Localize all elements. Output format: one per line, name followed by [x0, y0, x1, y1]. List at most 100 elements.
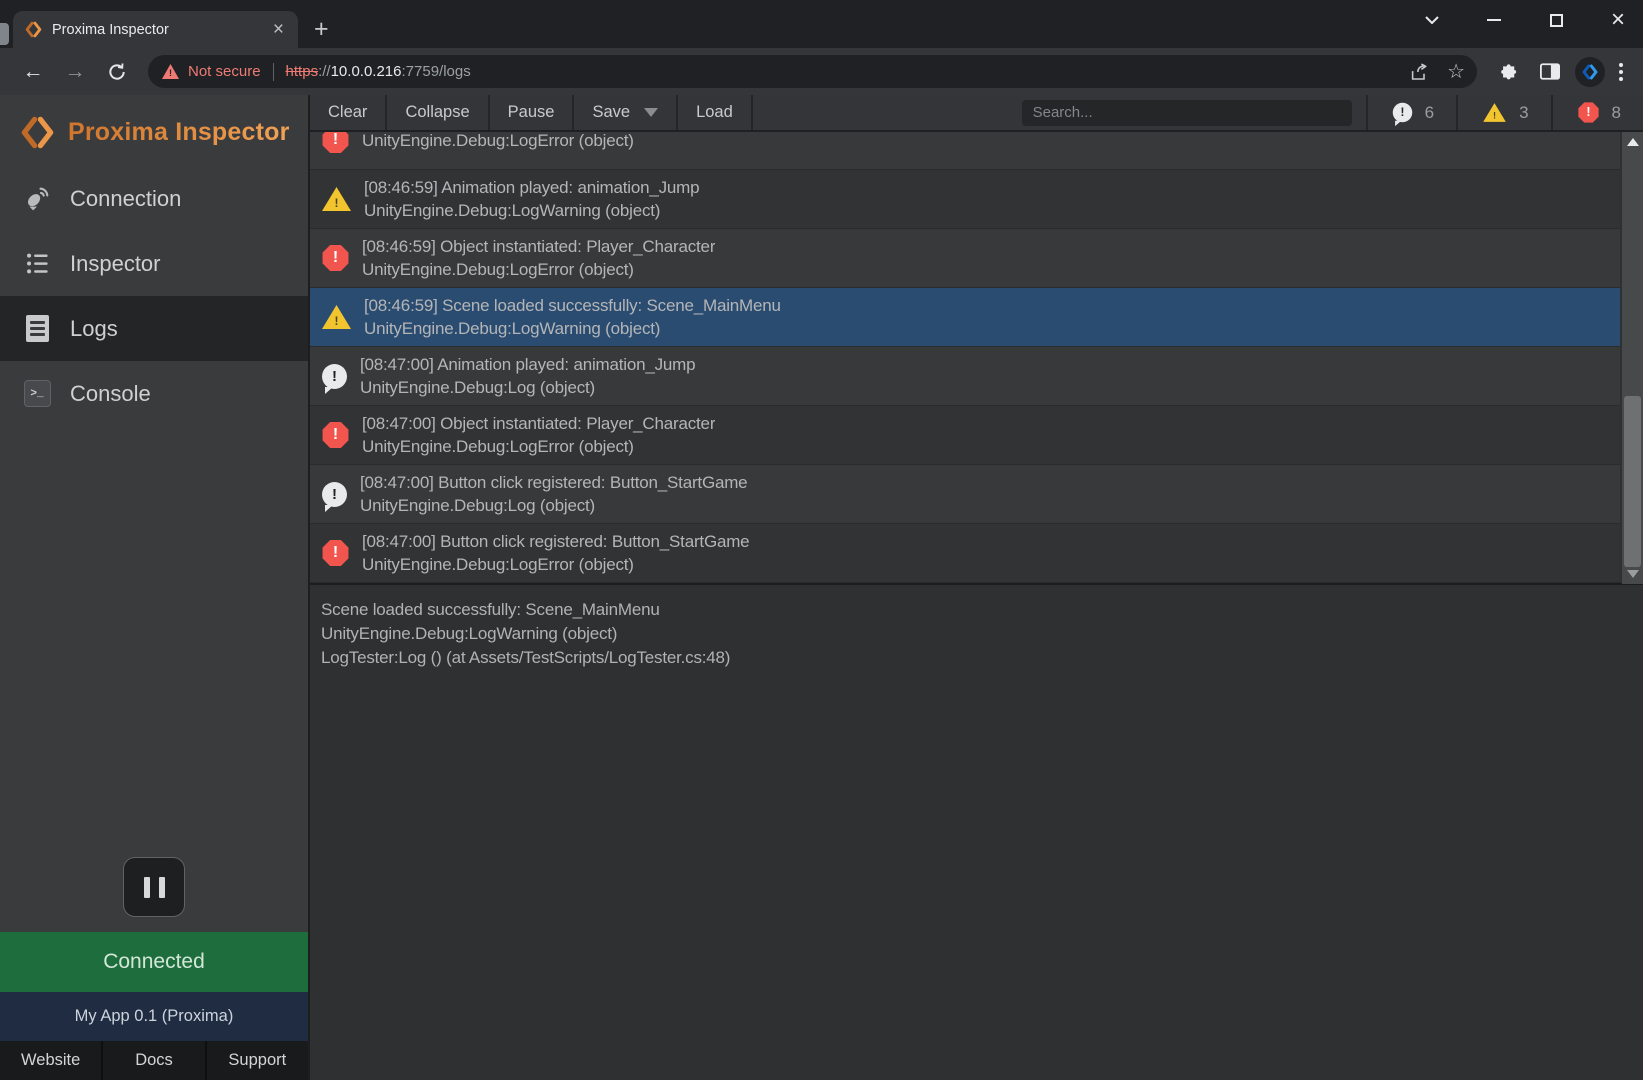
- log-level-icon: !: [322, 540, 349, 567]
- footer-link-docs[interactable]: Docs: [103, 1041, 204, 1080]
- bookmark-star-icon[interactable]: ☆: [1447, 59, 1465, 84]
- detail-line: Scene loaded successfully: Scene_MainMen…: [321, 598, 1632, 622]
- url-separator: ://: [318, 63, 331, 80]
- log-detail-panel: Scene loaded successfully: Scene_MainMen…: [310, 583, 1643, 1080]
- browser-navbar: ← → ! Not secure https://10.0.0.216:7759…: [0, 48, 1643, 95]
- sidebar-item-label: Connection: [70, 186, 181, 212]
- tab-close-icon[interactable]: ×: [269, 20, 288, 39]
- maximize-button[interactable]: [1545, 9, 1567, 31]
- log-row[interactable]: ! [08:46:59] Animation played: animation…: [310, 170, 1620, 229]
- detail-line: LogTester:Log () (at Assets/TestScripts/…: [321, 646, 1632, 670]
- omnibox-divider: [273, 63, 274, 81]
- save-button[interactable]: Save: [574, 95, 678, 130]
- pause-button[interactable]: Pause: [490, 95, 575, 130]
- log-source: UnityEngine.Debug:LogWarning (object): [364, 317, 781, 340]
- url-host: 10.0.0.216: [331, 63, 402, 80]
- sidebar-item-inspector[interactable]: Inspector: [0, 231, 308, 296]
- proxima-favicon-icon: [25, 21, 42, 38]
- log-row[interactable]: ! [08:47:00] Animation played: animation…: [310, 347, 1620, 406]
- list-icon: [21, 250, 53, 277]
- log-source: UnityEngine.Debug:Log (object): [360, 376, 695, 399]
- error-count-badge[interactable]: ! 8: [1551, 95, 1643, 130]
- footer-link-website[interactable]: Website: [0, 1041, 101, 1080]
- log-message: [08:47:00] Animation played: animation_J…: [360, 353, 695, 376]
- pause-icon: [159, 877, 165, 898]
- log-level-icon: !: [322, 245, 349, 272]
- side-panel-icon[interactable]: [1533, 55, 1567, 89]
- share-icon[interactable]: [1410, 63, 1431, 81]
- not-secure-label[interactable]: Not secure: [188, 63, 261, 80]
- not-secure-warning-icon: !: [162, 64, 179, 79]
- back-button[interactable]: ←: [16, 55, 50, 89]
- log-row[interactable]: ! [08:47:00] Button click registered: Bu…: [310, 465, 1620, 524]
- reload-button[interactable]: [100, 55, 134, 89]
- save-dropdown-icon[interactable]: [644, 108, 658, 117]
- log-message: [08:46:59] Object instantiated: Player_C…: [362, 235, 715, 258]
- collapse-button[interactable]: Collapse: [387, 95, 489, 130]
- info-count: 6: [1425, 103, 1434, 123]
- scrollbar-thumb[interactable]: [1624, 396, 1641, 567]
- log-scrollbar[interactable]: [1622, 132, 1643, 584]
- satellite-icon: [21, 185, 53, 213]
- log-message: [08:47:00] Button click registered: Butt…: [362, 530, 749, 553]
- log-message: [08:46:59] Scene loaded successfully: Sc…: [364, 294, 781, 317]
- browser-tab[interactable]: Proxima Inspector ×: [13, 11, 298, 48]
- log-source: UnityEngine.Debug:Log (object): [360, 494, 747, 517]
- sidebar-item-console[interactable]: >_ Console: [0, 361, 308, 426]
- log-row[interactable]: ! [08:46:59] Object instantiated: Player…: [310, 229, 1620, 288]
- logs-panel: Clear Collapse Pause Save Load ! 6 ! 3 !…: [310, 95, 1643, 1080]
- log-level-icon: !: [322, 187, 351, 212]
- pause-icon: [144, 877, 150, 898]
- close-window-button[interactable]: ×: [1607, 9, 1629, 31]
- warning-count-badge[interactable]: ! 3: [1456, 95, 1550, 130]
- log-row[interactable]: ! UnityEngine.Debug:LogError (object): [310, 132, 1620, 170]
- log-row[interactable]: ! [08:46:59] Scene loaded successfully: …: [310, 288, 1620, 347]
- app-name-bar: My App 0.1 (Proxima): [0, 992, 308, 1041]
- search-input[interactable]: [1022, 100, 1352, 126]
- terminal-icon: >_: [21, 380, 53, 407]
- forward-button[interactable]: →: [58, 55, 92, 89]
- sidebar-item-label: Console: [70, 381, 151, 407]
- sidebar-footer: Website Docs Support: [0, 1041, 308, 1080]
- browser-menu-icon[interactable]: [1613, 63, 1629, 81]
- warning-icon: !: [1483, 103, 1506, 123]
- error-icon: !: [1578, 102, 1599, 123]
- brand-title: Proxima Inspector: [68, 118, 290, 147]
- footer-link-support[interactable]: Support: [207, 1041, 308, 1080]
- info-count-badge[interactable]: ! 6: [1366, 95, 1456, 130]
- tab-strip-sliver: [0, 23, 9, 45]
- new-tab-button[interactable]: +: [314, 17, 329, 42]
- extensions-puzzle-icon[interactable]: [1491, 55, 1525, 89]
- detail-line: UnityEngine.Debug:LogWarning (object): [321, 622, 1632, 646]
- log-list: ! UnityEngine.Debug:LogError (object) ! …: [310, 132, 1643, 583]
- log-source: UnityEngine.Debug:LogError (object): [362, 258, 715, 281]
- scroll-up-icon[interactable]: [1622, 134, 1643, 150]
- log-row[interactable]: ! [08:47:00] Object instantiated: Player…: [310, 406, 1620, 465]
- brand: Proxima Inspector: [0, 95, 308, 166]
- url-path: :7759/logs: [402, 63, 471, 80]
- warning-count: 3: [1519, 103, 1528, 123]
- scroll-down-icon[interactable]: [1622, 566, 1643, 582]
- tab-title: Proxima Inspector: [52, 22, 269, 38]
- tab-search-chevron-icon[interactable]: [1421, 9, 1443, 31]
- log-level-icon: !: [322, 305, 351, 330]
- minimize-button[interactable]: [1483, 9, 1505, 31]
- tab-strip: Proxima Inspector × + ×: [0, 0, 1643, 48]
- log-row[interactable]: ! [08:47:00] Button click registered: Bu…: [310, 524, 1620, 583]
- log-message: [08:47:00] Button click registered: Butt…: [360, 471, 747, 494]
- load-button[interactable]: Load: [678, 95, 753, 130]
- sidebar-item-label: Logs: [70, 316, 118, 342]
- log-source: UnityEngine.Debug:LogWarning (object): [364, 199, 699, 222]
- logs-toolbar: Clear Collapse Pause Save Load ! 6 ! 3 !…: [310, 95, 1643, 132]
- browser-window: Proxima Inspector × + × ← → ! Not secure…: [0, 0, 1643, 1080]
- pause-stream-button[interactable]: [123, 857, 185, 917]
- url-text[interactable]: https://10.0.0.216:7759/logs: [286, 63, 1399, 80]
- address-bar[interactable]: ! Not secure https://10.0.0.216:7759/log…: [148, 55, 1477, 88]
- url-scheme: https: [286, 63, 319, 80]
- sidebar-item-logs[interactable]: Logs: [0, 296, 308, 361]
- clear-button[interactable]: Clear: [310, 95, 387, 130]
- proxima-extension-icon[interactable]: [1575, 57, 1605, 87]
- log-message: [08:47:00] Object instantiated: Player_C…: [362, 412, 715, 435]
- proxima-logo-icon: [20, 115, 55, 150]
- sidebar-item-connection[interactable]: Connection: [0, 166, 308, 231]
